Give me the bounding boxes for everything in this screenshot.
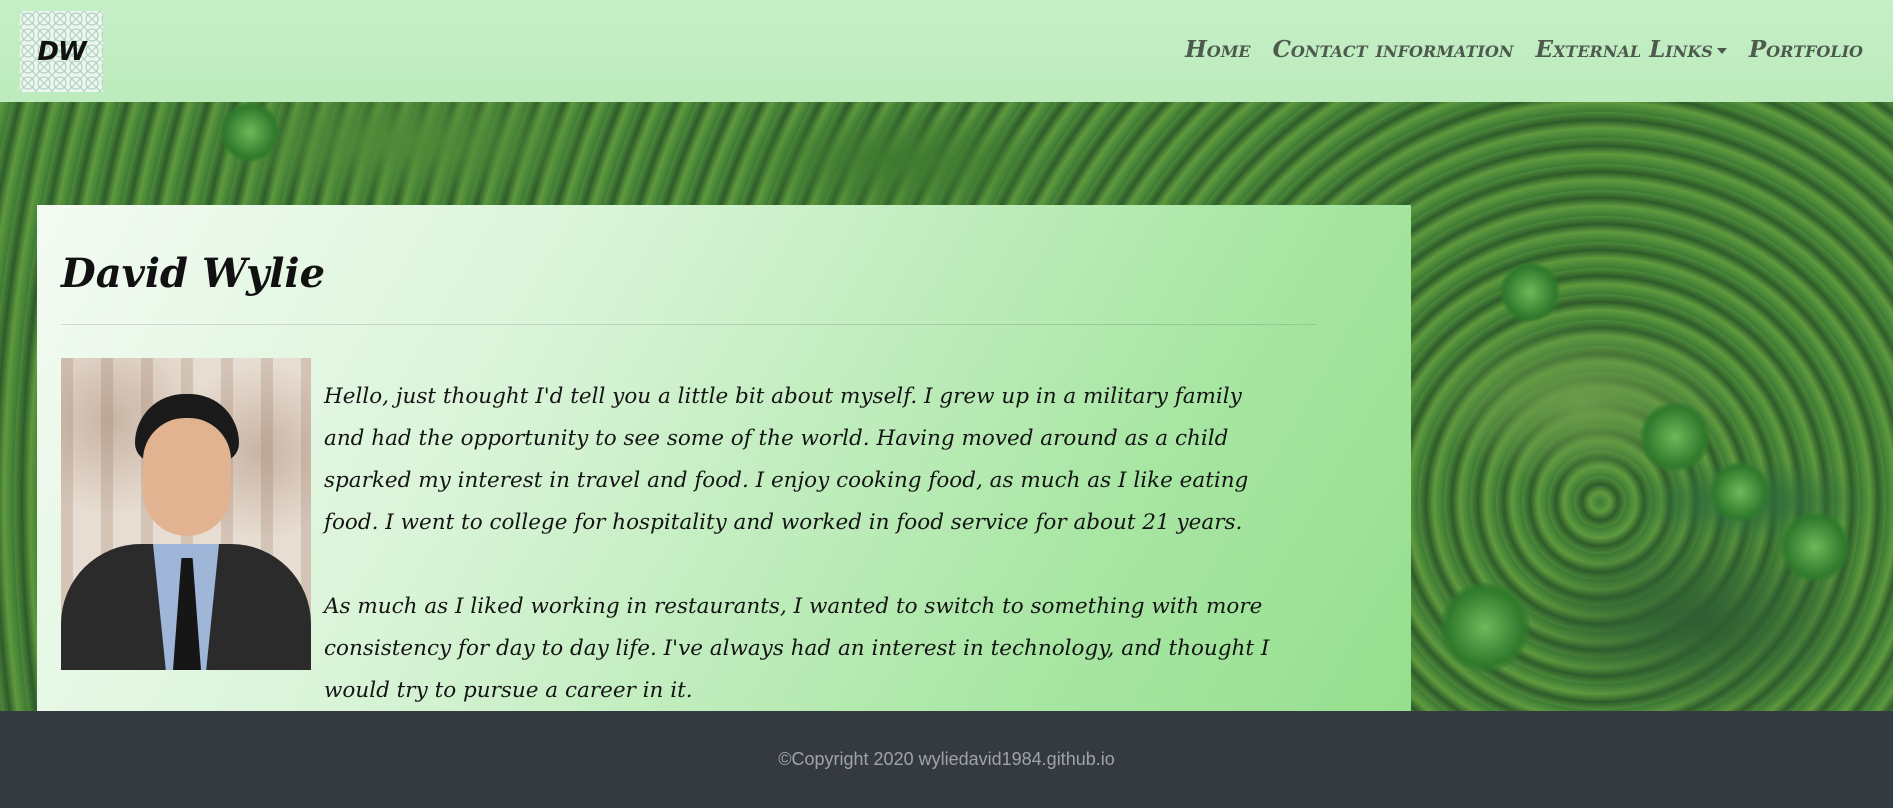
navbar: DW Home Contact information External Lin… bbox=[0, 0, 1893, 102]
hero-tree-3 bbox=[1780, 512, 1850, 582]
hero-tree-1 bbox=[1640, 402, 1710, 472]
profile-photo bbox=[61, 358, 311, 670]
nav-external-links-dropdown[interactable]: External Links bbox=[1535, 36, 1727, 63]
logo[interactable]: DW bbox=[20, 11, 103, 92]
nav-contact-link[interactable]: Contact information bbox=[1273, 36, 1514, 63]
about-section: Hello, just thought I'd tell you a littl… bbox=[61, 358, 1387, 754]
hero-tree-5 bbox=[220, 102, 280, 162]
photo-face bbox=[143, 418, 231, 536]
title-divider bbox=[61, 324, 1316, 325]
nav-home-link[interactable]: Home bbox=[1185, 36, 1251, 63]
nav-portfolio-link[interactable]: Portfolio bbox=[1749, 36, 1863, 63]
bio-paragraph-2: As much as I liked working in restaurant… bbox=[324, 594, 1270, 703]
footer: ©Copyright 2020 wyliedavid1984.github.io bbox=[0, 711, 1893, 808]
nav-external-links-label: External Links bbox=[1535, 36, 1713, 63]
hero-tree-6 bbox=[1440, 582, 1530, 672]
page-title: David Wylie bbox=[61, 250, 326, 297]
bio-text: Hello, just thought I'd tell you a littl… bbox=[324, 376, 1274, 754]
copyright-text: ©Copyright 2020 wyliedavid1984.github.io bbox=[778, 749, 1115, 769]
hero-tree-4 bbox=[1500, 262, 1560, 322]
nav-menu: Home Contact information External Links … bbox=[1185, 36, 1863, 63]
bio-paragraph-1: Hello, just thought I'd tell you a littl… bbox=[324, 384, 1249, 535]
hero-tree-2 bbox=[1710, 462, 1770, 522]
about-card: David Wylie Hello, just thought I'd tell… bbox=[37, 205, 1411, 711]
caret-down-icon bbox=[1716, 48, 1727, 54]
logo-text: DW bbox=[37, 36, 86, 67]
